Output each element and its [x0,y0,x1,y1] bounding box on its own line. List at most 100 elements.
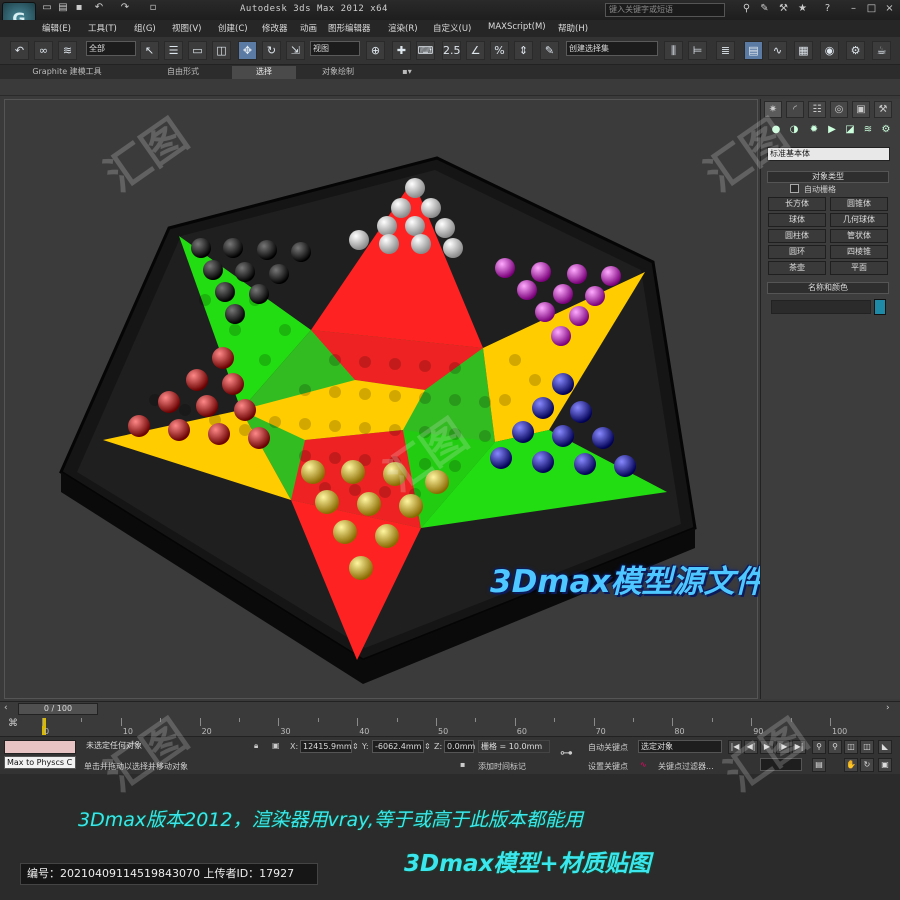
mini-curve-editor-icon[interactable]: ⌘ [8,718,24,732]
window-crossing-icon[interactable]: ◫ [212,41,231,60]
graphite-toggle-icon[interactable]: ▤ [744,41,763,60]
help-icon[interactable]: ? [820,3,835,17]
x-spinner-icon[interactable]: ⇕ [352,742,359,751]
object-color-swatch[interactable] [874,299,886,315]
tab-selection[interactable]: 选择 [232,66,296,79]
material-editor-icon[interactable]: ◉ [820,41,839,60]
communication-icon[interactable]: ⚒ [776,3,791,17]
percent-snap-icon[interactable]: % [490,41,509,60]
binoculars-icon[interactable]: ⚲ [739,3,754,17]
lock-icon[interactable]: 🔒︎ [254,741,258,751]
field-of-view-icon[interactable]: ◣ [878,740,892,754]
named-selection-dropdown[interactable]: 创建选择集 [566,41,658,56]
spinner-snap-icon[interactable]: ⇕ [514,41,533,60]
minimize-icon[interactable]: – [846,3,861,17]
sphere-button[interactable]: 球体 [768,213,826,227]
shapes-icon[interactable]: ◑ [786,124,802,138]
menu-help[interactable]: 帮助(H) [558,22,588,34]
display-tab-icon[interactable]: ▣ [852,101,870,118]
select-rotate-icon[interactable]: ↻ [262,41,281,60]
reference-coordinate-dropdown[interactable]: 视图 [310,41,360,56]
curve-editor-icon[interactable]: ∿ [768,41,787,60]
cone-button[interactable]: 圆锥体 [830,197,888,211]
search-input[interactable]: 键入关键字或短语 [605,3,725,17]
teapot-button[interactable]: 茶壶 [768,261,826,275]
tube-button[interactable]: 管状体 [830,229,888,243]
add-time-tag[interactable]: 添加时间标记 [478,761,526,772]
schematic-view-icon[interactable]: ▦ [794,41,813,60]
set-key-icon[interactable]: ⊶ [560,746,573,761]
menu-maxscript[interactable]: MAXScript(M) [488,22,546,32]
orbit-icon[interactable]: ↻ [860,758,874,772]
absolute-mode-icon[interactable]: ▣ [272,741,280,750]
object-name-input[interactable] [771,300,871,314]
utilities-tab-icon[interactable]: ⚒ [874,101,892,118]
snaps-toggle-icon[interactable]: 2.5 [442,41,461,60]
hierarchy-tab-icon[interactable]: ☷ [808,101,826,118]
zoom-all-icon[interactable]: ⚲ [828,740,842,754]
lights-icon[interactable]: ✹ [806,124,822,138]
auto-key-button[interactable]: 自动关键点 [588,742,628,753]
selection-region-icon[interactable]: ▭ [188,41,207,60]
systems-icon[interactable]: ⚙ [878,124,894,138]
bind-spacewarp-icon[interactable]: ≋ [58,41,77,60]
close-icon[interactable]: × [882,3,897,17]
set-key-button[interactable]: 设置关键点 [588,761,628,772]
plane-button[interactable]: 平面 [830,261,888,275]
render-setup-icon[interactable]: ⚙ [846,41,865,60]
ribbon-options-icon[interactable]: ▪▾ [396,66,418,79]
align-icon[interactable]: ⊨ [688,41,707,60]
undo-icon[interactable]: ↶ [92,2,106,15]
pyramid-button[interactable]: 四棱锥 [830,245,888,259]
time-next-icon[interactable]: › [886,703,898,715]
angle-snap-icon[interactable]: ∠ [466,41,485,60]
menu-rendering[interactable]: 渲染(R) [388,22,418,34]
motion-tab-icon[interactable]: ◎ [830,101,848,118]
time-prev-icon[interactable]: ‹ [4,703,16,715]
z-coord-input[interactable]: 0.0mm [444,740,475,753]
redo-icon[interactable]: ↷ [118,2,132,15]
zoom-extents-all-icon[interactable]: ◫ [860,740,874,754]
selection-filter-dropdown[interactable]: 全部 [86,41,136,56]
maxscript-listener-input[interactable]: Max to Physcs C [4,756,76,769]
time-config-icon[interactable]: ▤ [812,758,826,772]
autogrid-checkbox[interactable] [790,184,799,193]
time-tag-icon[interactable]: ▪ [460,760,465,769]
maxscript-listener-pink[interactable] [4,740,76,754]
x-coord-input[interactable]: 12415.9mm [300,740,352,753]
pan-icon[interactable]: ✋ [844,758,858,772]
link-icon[interactable]: ∞ [34,41,53,60]
project-folder-icon[interactable]: ▫ [146,2,160,15]
helpers-icon[interactable]: ◪ [842,124,858,138]
menu-tools[interactable]: 工具(T) [88,22,117,34]
menu-graph-editors[interactable]: 图形编辑器 [328,22,371,34]
key-filters-button[interactable]: 关键点过滤器... [658,761,714,772]
select-move-icon[interactable]: ✥ [238,41,257,60]
cameras-icon[interactable]: ▶ [824,124,840,138]
select-object-icon[interactable]: ↖ [140,41,159,60]
box-button[interactable]: 长方体 [768,197,826,211]
select-manipulate-icon[interactable]: ✚ [392,41,411,60]
menu-edit[interactable]: 编辑(E) [42,22,71,34]
menu-group[interactable]: 组(G) [134,22,156,34]
cylinder-button[interactable]: 圆柱体 [768,229,826,243]
maximize-viewport-icon[interactable]: ▣ [878,758,892,772]
menu-animation[interactable]: 动画 [300,22,317,34]
select-by-name-icon[interactable]: ☰ [164,41,183,60]
y-coord-input[interactable]: -6062.4mm [372,740,424,753]
menu-views[interactable]: 视图(V) [172,22,201,34]
key-curve-icon[interactable]: ∿ [640,760,647,769]
layer-manager-icon[interactable]: ≣ [716,41,735,60]
geosphere-button[interactable]: 几何球体 [830,213,888,227]
favorites-star-icon[interactable]: ★ [795,3,810,17]
menu-modifiers[interactable]: 修改器 [262,22,288,34]
y-spinner-icon[interactable]: ⇕ [424,742,431,751]
pivot-center-icon[interactable]: ⊕ [366,41,385,60]
render-teapot-icon[interactable]: ☕ [872,41,891,60]
modify-tab-icon[interactable]: ◜ [786,101,804,118]
zoom-extents-icon[interactable]: ◫ [844,740,858,754]
mirror-icon[interactable]: ⫼ [664,41,683,60]
keyboard-shortcut-icon[interactable]: ⌨ [416,41,435,60]
spacewarps-icon[interactable]: ≋ [860,124,876,138]
edit-named-selection-icon[interactable]: ✎ [540,41,559,60]
